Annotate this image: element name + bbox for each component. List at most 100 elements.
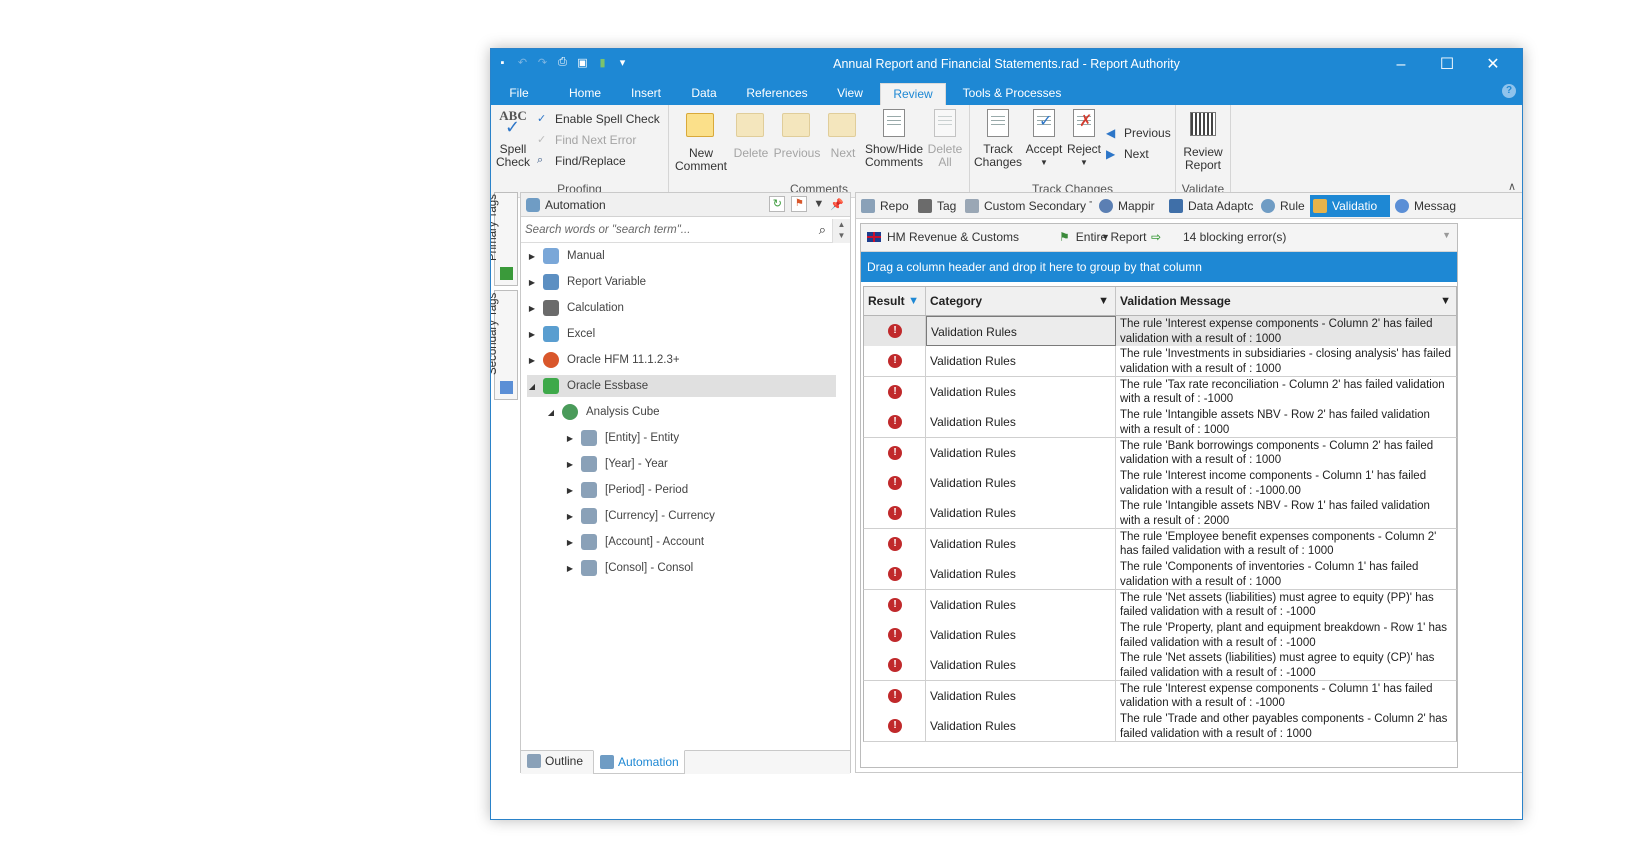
flag-icon[interactable]: ⚑: [791, 196, 808, 212]
table-row[interactable]: ! Validation Rules The rule 'Property, pla…: [863, 620, 1457, 651]
table-row[interactable]: ! Validation Rules The rule 'Interest expe…: [863, 316, 1457, 347]
table-row[interactable]: ! Validation Rules The rule 'Net assets (l…: [863, 589, 1457, 621]
group-by-hint[interactable]: Drag a column header and drop it here to…: [861, 252, 1457, 282]
run-validation-button[interactable]: ⇨: [1151, 230, 1161, 244]
dimension-icon: [581, 508, 597, 524]
tree-node-currency[interactable]: ▶ [Currency] - Currency: [565, 505, 825, 527]
tab-references[interactable]: References: [739, 83, 815, 105]
show-hide-comments-button[interactable]: Show/Hide Comments: [863, 109, 925, 169]
tree-node-account[interactable]: ▶ [Account] - Account: [565, 531, 825, 553]
minimize-button[interactable]: –: [1378, 53, 1424, 77]
tree-node-oracle-hfm[interactable]: ▶ Oracle HFM 11.1.2.3+: [527, 349, 827, 371]
tab-review[interactable]: Review: [880, 83, 946, 105]
table-row[interactable]: ! Validation Rules The rule 'Components of…: [863, 559, 1457, 591]
table-row[interactable]: ! Validation Rules The rule 'Interest inco…: [863, 468, 1457, 499]
table-row[interactable]: ! Validation Rules The rule 'Intangible as…: [863, 407, 1457, 439]
tab-mapping[interactable]: Mappir: [1096, 195, 1162, 217]
column-header-message[interactable]: Validation Message ▼: [1116, 287, 1457, 315]
tree-node-report-variable[interactable]: ▶ Report Variable: [527, 271, 827, 293]
tree-node-consol[interactable]: ▶ [Consol] - Consol: [565, 557, 825, 579]
expand-arrow-icon[interactable]: ▶: [565, 434, 575, 443]
new-comment-icon: [686, 113, 714, 137]
tree-node-oracle-essbase[interactable]: ◢ Oracle Essbase: [527, 375, 836, 397]
tab-messages[interactable]: Messag: [1392, 195, 1458, 217]
tree-node-analysis-cube[interactable]: ◢ Analysis Cube: [546, 401, 826, 423]
tab-report[interactable]: Repo: [858, 195, 913, 217]
tab-data[interactable]: Data: [681, 83, 727, 105]
find-replace-button[interactable]: ⌕ Find/Replace: [537, 154, 626, 168]
search-input[interactable]: [525, 221, 815, 239]
maximize-button[interactable]: ☐: [1424, 53, 1470, 77]
tree-node-manual[interactable]: ▶ Manual: [527, 245, 827, 267]
tab-validation[interactable]: Validatio: [1310, 195, 1390, 217]
refresh-icon[interactable]: ↻: [769, 196, 786, 212]
reject-button[interactable]: ✗ Reject ▼: [1064, 109, 1104, 169]
tab-custom-secondary[interactable]: Custom Secondary T: [962, 195, 1092, 217]
expand-arrow-icon[interactable]: ▶: [565, 564, 575, 573]
table-row[interactable]: ! Validation Rules The rule 'Intangible as…: [863, 498, 1457, 530]
column-header-category[interactable]: Category ▼: [926, 287, 1116, 315]
expand-arrow-icon[interactable]: ▶: [565, 486, 575, 495]
tree-node-label: Analysis Cube: [586, 406, 660, 418]
delete-comment-button[interactable]: Delete: [731, 109, 771, 160]
tab-rules[interactable]: Rule: [1258, 195, 1306, 217]
expand-arrow-icon[interactable]: ▶: [527, 278, 537, 287]
tree-scrollbar[interactable]: ▲ ▼: [832, 219, 850, 243]
expand-arrow-icon[interactable]: ▶: [565, 538, 575, 547]
column-header-result[interactable]: Result ▼: [864, 287, 926, 315]
enable-spell-check-button[interactable]: ✓ Enable Spell Check: [537, 112, 660, 126]
binoculars-icon: ⌕: [537, 154, 544, 166]
collapse-arrow-icon[interactable]: ◢: [546, 408, 556, 417]
review-report-button[interactable]: Review Report: [1180, 109, 1226, 172]
table-row[interactable]: ! Validation Rules The rule 'Net assets (l…: [863, 650, 1457, 682]
expand-arrow-icon[interactable]: ▶: [527, 304, 537, 313]
tree-node-year[interactable]: ▶ [Year] - Year: [565, 453, 825, 475]
expand-arrow-icon[interactable]: ▶: [565, 512, 575, 521]
scope-button[interactable]: ⚑ Entire Report: [1059, 230, 1146, 244]
expand-arrow-icon[interactable]: ▶: [527, 330, 537, 339]
tab-data-adapter[interactable]: Data Adaptc: [1166, 195, 1254, 217]
find-next-error-button[interactable]: ✓ Find Next Error: [537, 133, 636, 147]
tree-node-entity[interactable]: ▶ [Entity] - Entity: [565, 427, 825, 449]
next-change-button[interactable]: ▶ Next: [1106, 147, 1149, 161]
panel-menu-icon[interactable]: ▼: [813, 198, 824, 210]
expand-arrow-icon[interactable]: ▶: [565, 460, 575, 469]
toolbar-menu-icon[interactable]: ▼: [1442, 230, 1451, 240]
filter-icon[interactable]: ▼: [1098, 287, 1109, 315]
track-changes-button[interactable]: Track Changes: [974, 109, 1022, 169]
expand-arrow-icon[interactable]: ▶: [527, 356, 537, 365]
secondary-tags-tab[interactable]: Secondary Tags: [491, 290, 518, 400]
search-icon[interactable]: ⌕: [819, 222, 826, 238]
tab-tools-processes[interactable]: Tools & Processes: [957, 83, 1067, 105]
tab-insert[interactable]: Insert: [619, 83, 673, 105]
table-row[interactable]: ! Validation Rules The rule 'Tax rate reco…: [863, 376, 1457, 408]
table-row[interactable]: ! Validation Rules The rule 'Employee bene…: [863, 528, 1457, 560]
accept-button[interactable]: ✓ Accept ▼: [1024, 109, 1064, 169]
previous-comment-button[interactable]: Previous: [773, 109, 821, 160]
table-row[interactable]: ! Validation Rules The rule 'Bank borrowin…: [863, 437, 1457, 469]
tab-file[interactable]: File: [501, 83, 537, 105]
tab-view[interactable]: View: [827, 83, 873, 105]
tree-node-period[interactable]: ▶ [Period] - Period: [565, 479, 825, 501]
delete-all-comments-button[interactable]: Delete All: [925, 109, 965, 169]
filter-icon[interactable]: ▼: [1440, 287, 1451, 315]
table-row[interactable]: ! Validation Rules The rule 'Interest expe…: [863, 680, 1457, 712]
tab-tags[interactable]: Tag: [915, 195, 958, 217]
previous-change-button[interactable]: ◀ Previous: [1106, 126, 1171, 140]
help-icon[interactable]: ?: [1502, 84, 1516, 98]
close-button[interactable]: ✕: [1470, 53, 1516, 77]
table-row[interactable]: ! Validation Rules The rule 'Trade and oth…: [863, 711, 1457, 743]
next-comment-button[interactable]: Next: [825, 109, 861, 160]
tab-home[interactable]: Home: [557, 83, 613, 105]
table-row[interactable]: ! Validation Rules The rule 'Investments i…: [863, 346, 1457, 378]
filter-icon[interactable]: ▼: [908, 287, 919, 315]
tab-outline[interactable]: Outline: [521, 750, 591, 774]
tree-node-excel[interactable]: ▶ Excel: [527, 323, 827, 345]
pin-icon[interactable]: 📌: [830, 198, 844, 211]
new-comment-button[interactable]: New Comment: [675, 109, 727, 173]
expand-arrow-icon[interactable]: ▶: [527, 252, 537, 261]
spell-check-button[interactable]: ABC ✓ Spell Check: [495, 109, 531, 169]
tab-automation[interactable]: Automation: [593, 750, 685, 774]
collapse-arrow-icon[interactable]: ◢: [527, 382, 537, 391]
tree-node-calculation[interactable]: ▶ Calculation: [527, 297, 827, 319]
